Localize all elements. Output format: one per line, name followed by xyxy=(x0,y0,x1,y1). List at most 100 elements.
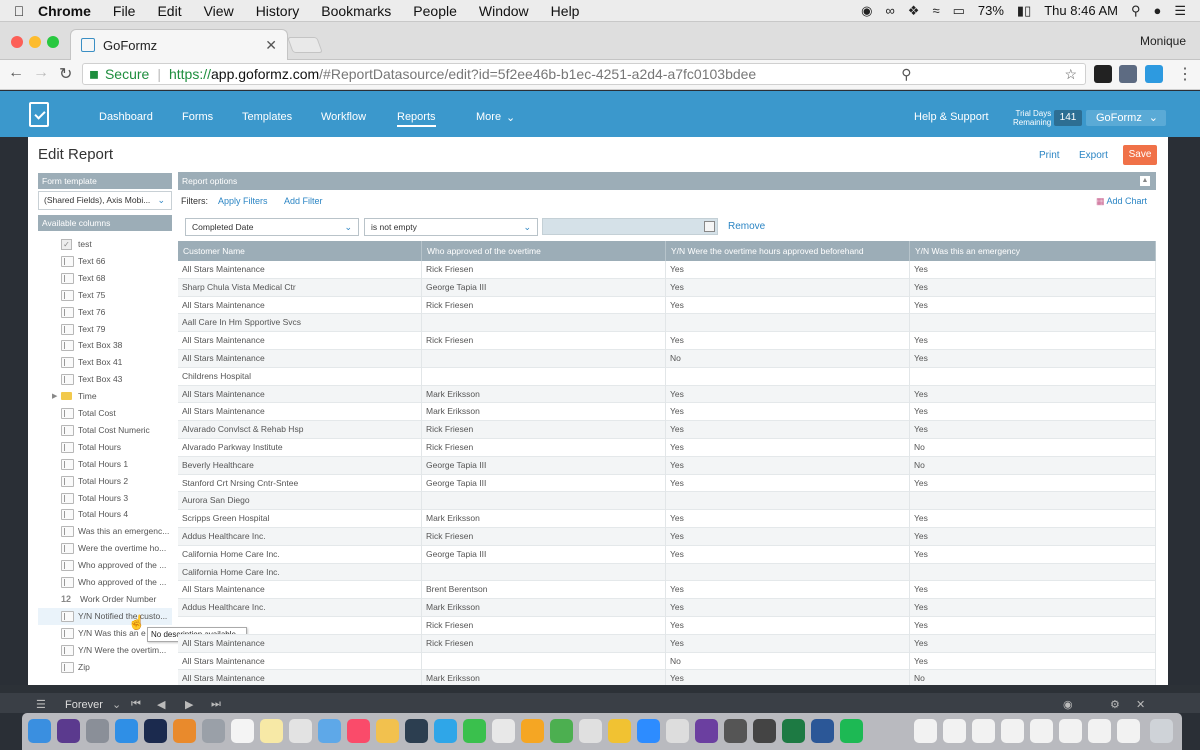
document-icon[interactable] xyxy=(1030,719,1053,743)
column-item[interactable]: ✓ test xyxy=(38,236,172,253)
add-chart-link[interactable]: ▦ Add Chart xyxy=(1096,196,1147,207)
filter-operator-select[interactable]: is not empty ⌄ xyxy=(364,218,538,236)
menu-bookmarks[interactable]: Bookmarks xyxy=(321,3,391,19)
back-icon[interactable]: ← xyxy=(8,64,24,82)
close-window-icon[interactable] xyxy=(11,36,23,48)
play-icon[interactable]: ▶ xyxy=(185,698,193,711)
itunes-icon[interactable] xyxy=(347,719,370,743)
column-item[interactable]: Y/N Notified the custo... xyxy=(38,607,172,625)
safari-icon[interactable] xyxy=(115,719,138,743)
column-item[interactable]: Text 76 xyxy=(38,304,172,321)
collapse-icon[interactable]: ▲ xyxy=(1140,176,1150,186)
word-icon[interactable] xyxy=(811,719,834,743)
menu-view[interactable]: View xyxy=(204,3,234,19)
nav-dashboard[interactable]: Dashboard xyxy=(99,111,153,123)
delete-icon[interactable]: ✕ xyxy=(1136,698,1145,711)
numbers-icon[interactable] xyxy=(550,719,573,743)
column-item[interactable]: Total Hours 3 xyxy=(38,490,172,507)
document-icon[interactable] xyxy=(914,719,937,743)
column-item[interactable]: Text Box 38 xyxy=(38,337,172,354)
chevron-down-icon[interactable]: ⌄ xyxy=(112,698,121,711)
spotlight-icon[interactable]: ⚲ xyxy=(1131,3,1141,19)
column-item[interactable]: Text 66 xyxy=(38,253,172,270)
nav-forms[interactable]: Forms xyxy=(182,111,213,123)
loop-select[interactable]: Forever xyxy=(65,699,103,711)
nav-reports[interactable]: Reports xyxy=(397,111,436,127)
excel-icon[interactable] xyxy=(782,719,805,743)
preview-icon[interactable] xyxy=(318,719,341,743)
frames-icon[interactable]: ☰ xyxy=(36,698,46,711)
chrome-dock-icon[interactable] xyxy=(608,719,631,743)
app-icon[interactable] xyxy=(724,719,747,743)
nav-more[interactable]: More xyxy=(476,111,501,123)
quicktime-icon[interactable] xyxy=(405,719,428,743)
app-icon[interactable] xyxy=(492,719,515,743)
facetime-icon[interactable] xyxy=(463,719,486,743)
nav-templates[interactable]: Templates xyxy=(242,111,292,123)
calendar-icon[interactable] xyxy=(704,221,715,232)
extension-icon[interactable] xyxy=(1094,65,1112,83)
extension-icon[interactable] xyxy=(1119,65,1137,83)
browser-tab[interactable]: GoFormz ✕ xyxy=(70,29,288,60)
column-item[interactable]: Total Cost Numeric xyxy=(38,422,172,439)
notes-icon[interactable] xyxy=(260,719,283,743)
forward-icon[interactable]: → xyxy=(33,64,49,82)
maximize-window-icon[interactable] xyxy=(47,36,59,48)
first-frame-icon[interactable]: ⏮ xyxy=(131,698,141,711)
app-icon[interactable] xyxy=(202,719,225,743)
apply-filters-link[interactable]: Apply Filters xyxy=(218,196,268,206)
document-icon[interactable] xyxy=(1088,719,1111,743)
lock-icon[interactable]: ◼ xyxy=(89,67,99,81)
column-item[interactable]: Total Hours xyxy=(38,439,172,456)
document-icon[interactable] xyxy=(1117,719,1140,743)
finder-icon[interactable] xyxy=(28,719,51,743)
column-header[interactable]: Who approved of the overtime xyxy=(422,241,666,261)
export-link[interactable]: Export xyxy=(1079,150,1108,161)
messages-icon[interactable] xyxy=(434,719,457,743)
filter-field-select[interactable]: Completed Date ⌄ xyxy=(185,218,359,236)
clock[interactable]: Thu 8:46 AM xyxy=(1044,3,1118,18)
column-item[interactable]: Total Hours 2 xyxy=(38,473,172,490)
zoom-dock-icon[interactable] xyxy=(637,719,660,743)
document-icon[interactable] xyxy=(1001,719,1024,743)
siri-icon[interactable]: ● xyxy=(1153,3,1161,18)
record-icon[interactable]: ◉ xyxy=(861,3,872,19)
close-tab-icon[interactable]: ✕ xyxy=(265,37,277,54)
menu-window[interactable]: Window xyxy=(479,3,529,19)
column-item[interactable]: Text 68 xyxy=(38,270,172,287)
wifi-icon[interactable]: ≈ xyxy=(932,3,939,18)
app-icon[interactable] xyxy=(579,719,602,743)
app-icon[interactable] xyxy=(753,719,776,743)
launchpad-icon[interactable] xyxy=(86,719,109,743)
app-icon[interactable] xyxy=(666,719,689,743)
battery-icon[interactable]: ▮▯ xyxy=(1017,3,1031,19)
chrome-menu-icon[interactable]: ⋮ xyxy=(1177,64,1193,84)
next-frame-icon[interactable]: ⏭ xyxy=(211,698,221,711)
nav-workflow[interactable]: Workflow xyxy=(321,111,366,123)
column-item[interactable]: Total Hours 1 xyxy=(38,456,172,473)
airplay-icon[interactable]: ▭ xyxy=(953,3,965,19)
sketch-icon[interactable] xyxy=(173,719,196,743)
menu-file[interactable]: File xyxy=(113,3,136,19)
column-item[interactable]: 12 Work Order Number xyxy=(38,591,172,608)
menu-people[interactable]: People xyxy=(413,3,457,19)
trash-icon[interactable] xyxy=(1150,719,1173,743)
calendar-dock-icon[interactable] xyxy=(231,719,254,743)
menu-chrome[interactable]: Chrome xyxy=(38,3,91,19)
dropbox-icon[interactable]: ❖ xyxy=(908,3,920,19)
spotify-icon[interactable] xyxy=(840,719,863,743)
timeline-scrubber[interactable] xyxy=(0,685,1200,693)
column-item[interactable]: Text Box 41 xyxy=(38,354,172,371)
column-item[interactable]: Was this an emergenc... xyxy=(38,523,172,540)
column-item[interactable]: Zip xyxy=(38,659,172,676)
photos-icon[interactable] xyxy=(376,719,399,743)
column-header[interactable]: Y/N Was this an emergency xyxy=(910,241,1156,261)
notification-center-icon[interactable]: ☰ xyxy=(1174,3,1186,19)
form-template-select[interactable]: (Shared Fields), Axis Mobi... ⌄ xyxy=(38,191,172,210)
filter-value-input[interactable] xyxy=(542,218,718,235)
account-dropdown[interactable]: GoFormz ⌄ xyxy=(1086,110,1166,126)
extension-icon[interactable] xyxy=(1145,65,1163,83)
menu-help[interactable]: Help xyxy=(551,3,580,19)
address-bar[interactable]: ◼ Secure | https:// app.goformz.com /#Re… xyxy=(82,63,1086,85)
column-item[interactable]: Who approved of the ... xyxy=(38,557,172,574)
